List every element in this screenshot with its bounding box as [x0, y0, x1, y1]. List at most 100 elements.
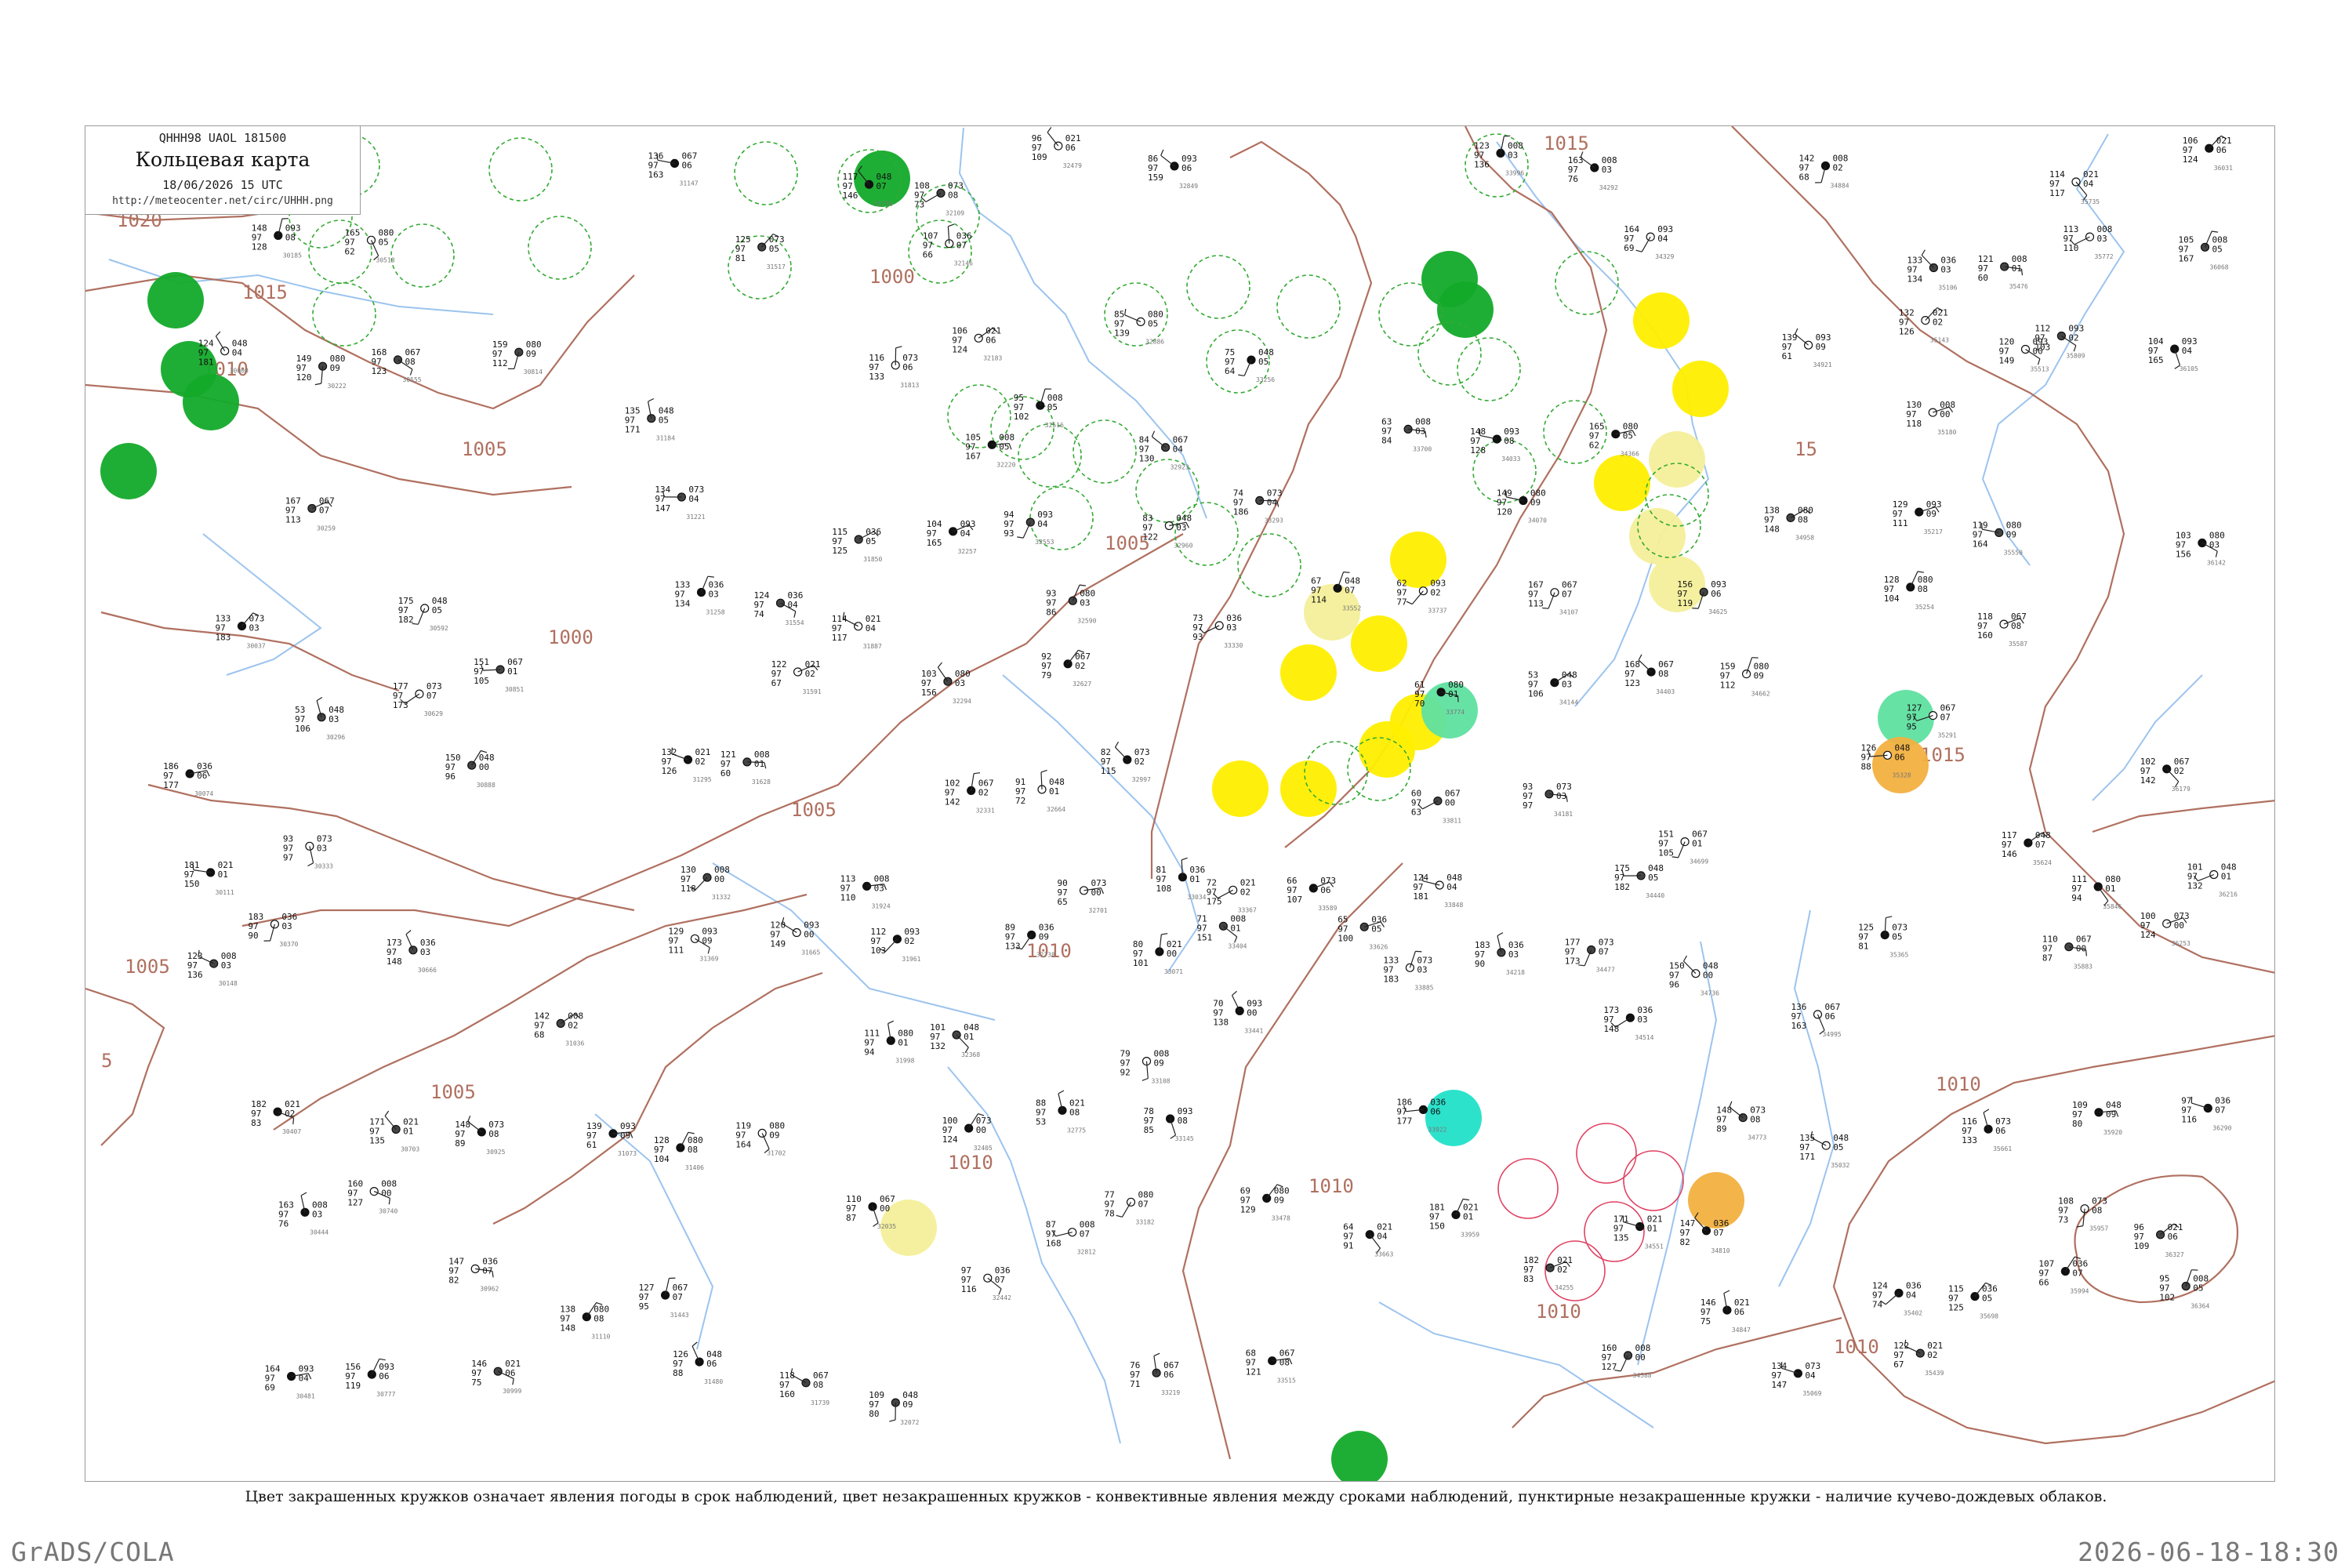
cb-ring-6 [488, 137, 553, 201]
station-tend: 05 [1371, 924, 1381, 934]
station-tend: 04 [688, 494, 699, 504]
station-tend: 03 [1556, 791, 1566, 801]
wind-barb-feather [2115, 1110, 2119, 1117]
station-index: 34625 [1708, 608, 1727, 615]
station-index: 32627 [1073, 681, 1091, 688]
station-tend: 08 [285, 232, 296, 242]
station-plot-117: 16497690930434329 [1624, 224, 1674, 260]
station-dew: 70 [1414, 699, 1425, 709]
station-index: 32146 [954, 260, 973, 267]
station-plot-114: 18397900360334218 [1475, 932, 1525, 976]
wind-barb [925, 192, 942, 203]
station-tend: 03 [1508, 949, 1519, 960]
station-plot-82: 81971080360133034 [1156, 857, 1207, 901]
station-plot-73: 9097650730032701 [1058, 878, 1108, 914]
station-plot-146: 12497740360435402 [1872, 1280, 1922, 1316]
station-tend: 03 [1417, 964, 1427, 975]
map-canvas: 102 01 01 5 1010 1005 1000 1000 1005 1005 1005 100 5… [85, 126, 2274, 1481]
wind-barb-feather [1153, 1352, 1160, 1356]
station-dot [854, 535, 863, 544]
station-dew: 73 [2058, 1215, 2068, 1225]
station-index: 34403 [1656, 688, 1675, 695]
station-dew: 89 [1716, 1124, 1726, 1134]
station-dot [1025, 517, 1035, 527]
station-tend: 05 [2212, 244, 2223, 254]
station-index: 30888 [477, 782, 495, 789]
wind-barb [1121, 1201, 1132, 1218]
station-tend: 09 [330, 363, 340, 373]
station-dew: 130 [1139, 454, 1155, 464]
isobar-line-15 [2074, 1174, 2239, 1304]
station-plot-10: 18397900360330370 [248, 912, 298, 948]
station-tend: 05 [1648, 873, 1658, 883]
station-index: 34662 [1751, 691, 1770, 698]
station-index: 33922 [1428, 1126, 1446, 1133]
isobar-label-1010: 1010 [1536, 1301, 1581, 1323]
isobar-label-1010: 1010 [948, 1152, 993, 1174]
thunder-ring-0 [1576, 1123, 1637, 1184]
station-tend: 07 [956, 241, 967, 251]
station-dew: 81 [735, 253, 746, 263]
station-plot-119: 168971230670834403 [1624, 654, 1675, 695]
station-dew: 67 [1893, 1359, 1904, 1370]
wind-barb-feather [1161, 933, 1168, 935]
wind-barb-feather [2073, 345, 2077, 352]
station-dew: 164 [735, 1139, 751, 1149]
station-tend: 03 [249, 623, 260, 633]
isobar-label-1000: 1000 [548, 626, 593, 648]
station-tend: 07 [877, 181, 887, 191]
station-dew: 83 [1523, 1274, 1534, 1284]
station-dew: 148 [1764, 524, 1780, 534]
wind-barb-feather [1723, 1290, 1730, 1294]
station-plot-30: 138971480800831110 [560, 1301, 611, 1341]
weather-circle-8 [1633, 292, 1690, 349]
station-dot [1359, 922, 1369, 931]
station-index: 31036 [565, 1040, 584, 1047]
station-tend: 03 [1415, 426, 1425, 436]
station-tend: 03 [1562, 680, 1572, 690]
station-tend: 09 [902, 1399, 913, 1410]
station-tend: 06 [505, 1368, 515, 1378]
station-plot-24: 15097960480030888 [445, 750, 495, 789]
station-dot [274, 230, 283, 240]
station-tend: 00 [804, 930, 814, 940]
station-plot-2: 186971770360630074 [163, 761, 213, 797]
station-tend: 07 [995, 1275, 1005, 1285]
wind-barb-feather [512, 1378, 514, 1385]
wind-barb-feather [1415, 950, 1422, 953]
station-dew: 76 [1568, 174, 1578, 184]
station-plot-39: 12797950670731443 [639, 1277, 689, 1319]
station-index: 34884 [1831, 183, 1849, 190]
station-tend: 05 [1833, 1142, 1843, 1152]
station-plot-8: 53971060480330296 [295, 696, 345, 741]
station-plot-49: 116971330730631813 [869, 346, 919, 389]
station-dew: 156 [2176, 550, 2191, 560]
station-index: 30037 [247, 643, 266, 650]
station-tend: 06 [1065, 143, 1076, 153]
station-index: 34181 [1554, 811, 1573, 818]
cb-ring-31 [908, 220, 972, 284]
station-index: 34292 [1599, 184, 1618, 191]
station-index: 36290 [2212, 1125, 2231, 1132]
station-tend: 07 [1562, 590, 1572, 600]
station-plot-127: 151971050670134699 [1658, 829, 1708, 866]
station-tend: 04 [299, 1374, 310, 1384]
station-index: 33145 [1175, 1135, 1194, 1142]
station-tend: 00 [1445, 798, 1455, 808]
source-url[interactable]: http://meteocenter.net/circ/UHHH.png [85, 195, 360, 207]
station-tend: 09 [2106, 1109, 2116, 1120]
station-dew: 133 [869, 372, 884, 382]
station-dew: 110 [2063, 243, 2079, 253]
bulletin-code: QHHH98 UAOL 181500 [158, 131, 287, 145]
wind-barb [1047, 132, 1059, 147]
station-index: 32405 [974, 1145, 993, 1152]
cb-ring-32 [1018, 423, 1082, 488]
station-tend: 01 [1647, 1224, 1657, 1234]
station-dew: 177 [1396, 1116, 1412, 1126]
station-plot-107: 181971500210133959 [1429, 1198, 1479, 1238]
station-tend: 03 [2209, 540, 2220, 550]
station-plot-172: 95971020080536364 [2159, 1269, 2209, 1310]
station-tend: 04 [2182, 346, 2193, 356]
station-plot-19: 171971350210130703 [369, 1110, 419, 1153]
station-plot-37: 129971110930931369 [668, 926, 718, 962]
